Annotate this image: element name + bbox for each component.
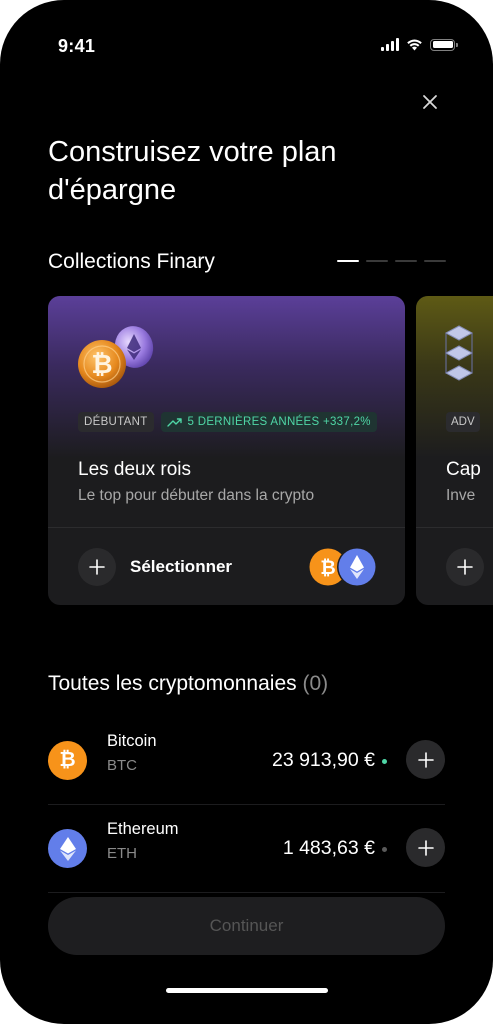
cryptos-count: (0) — [302, 672, 329, 695]
pager-dot[interactable] — [395, 260, 417, 262]
collection-name: Cap — [446, 459, 481, 480]
collection-description: Le top pour débuter dans la crypto — [78, 487, 315, 504]
svg-text:₿: ₿ — [91, 349, 112, 379]
select-collection-button[interactable]: Sélectionner — [78, 548, 232, 586]
divider — [416, 527, 493, 528]
battery-icon — [430, 38, 458, 51]
divider — [48, 527, 405, 528]
divider — [48, 804, 445, 805]
collection-coins: ₿ — [309, 548, 377, 586]
close-icon[interactable] — [417, 89, 443, 115]
carousel-pager — [337, 260, 446, 262]
performance-badge: 5 DERNIÈRES ANNÉES +337,2% — [160, 412, 377, 432]
crypto-row-bitcoin[interactable]: ₿ Bitcoin BTC 23 913,90 € — [48, 732, 445, 829]
collection-card-next[interactable]: ADV Cap Inve — [416, 296, 493, 605]
trend-dot — [382, 759, 387, 764]
ethereum-icon — [48, 829, 87, 868]
bitcoin-icon: ₿ — [48, 741, 87, 780]
status-time: 9:41 — [58, 36, 96, 56]
status-icons — [381, 38, 458, 51]
collection-card[interactable]: ₿ DÉBUTANT 5 DERNIÈRES ANNÉES +337,2% Le… — [48, 296, 405, 605]
trend-dot — [382, 847, 387, 852]
signal-icon — [381, 38, 399, 51]
svg-text:₿: ₿ — [320, 558, 335, 579]
app-screen: 9:41 Construisez votre plan d'épargne Co… — [0, 0, 493, 1024]
plus-icon — [417, 751, 434, 768]
pager-dot-active[interactable] — [337, 260, 359, 262]
crypto-symbol: BTC — [107, 757, 137, 774]
plus-icon — [78, 548, 116, 586]
crypto-name: Ethereum — [107, 820, 179, 838]
add-ethereum-button[interactable] — [406, 828, 445, 867]
pager-dot[interactable] — [366, 260, 388, 262]
crypto-price: 1 483,63 € — [282, 837, 375, 859]
cryptos-title-label: Toutes les cryptomonnaies — [48, 672, 297, 695]
level-badge: ADV — [446, 412, 480, 432]
crypto-name: Bitcoin — [107, 732, 157, 750]
add-bitcoin-button[interactable] — [406, 740, 445, 779]
select-label: Sélectionner — [130, 557, 233, 576]
collections-title: Collections Finary — [48, 250, 215, 273]
page-title: Construisez votre plan d'épargne — [48, 136, 337, 206]
collection-name: Les deux rois — [78, 459, 192, 480]
collection-description: Inve — [446, 487, 476, 504]
performance-label: 5 DERNIÈRES ANNÉES +337,2% — [187, 416, 371, 428]
pager-dot[interactable] — [424, 260, 446, 262]
coin-illustration: ₿ — [78, 326, 154, 388]
home-indicator[interactable] — [166, 988, 328, 993]
plus-icon — [417, 839, 434, 856]
trend-up-icon — [166, 418, 182, 427]
plus-icon[interactable] — [446, 548, 484, 586]
cryptos-title: Toutes les cryptomonnaies (0) — [48, 672, 328, 696]
level-badge: DÉBUTANT — [78, 412, 154, 432]
cube-illustration — [444, 325, 474, 381]
continue-button[interactable]: Continuer — [48, 897, 445, 955]
divider — [48, 892, 445, 893]
crypto-symbol: ETH — [107, 845, 137, 862]
wifi-icon — [407, 39, 422, 51]
crypto-price: 23 913,90 € — [271, 749, 375, 771]
